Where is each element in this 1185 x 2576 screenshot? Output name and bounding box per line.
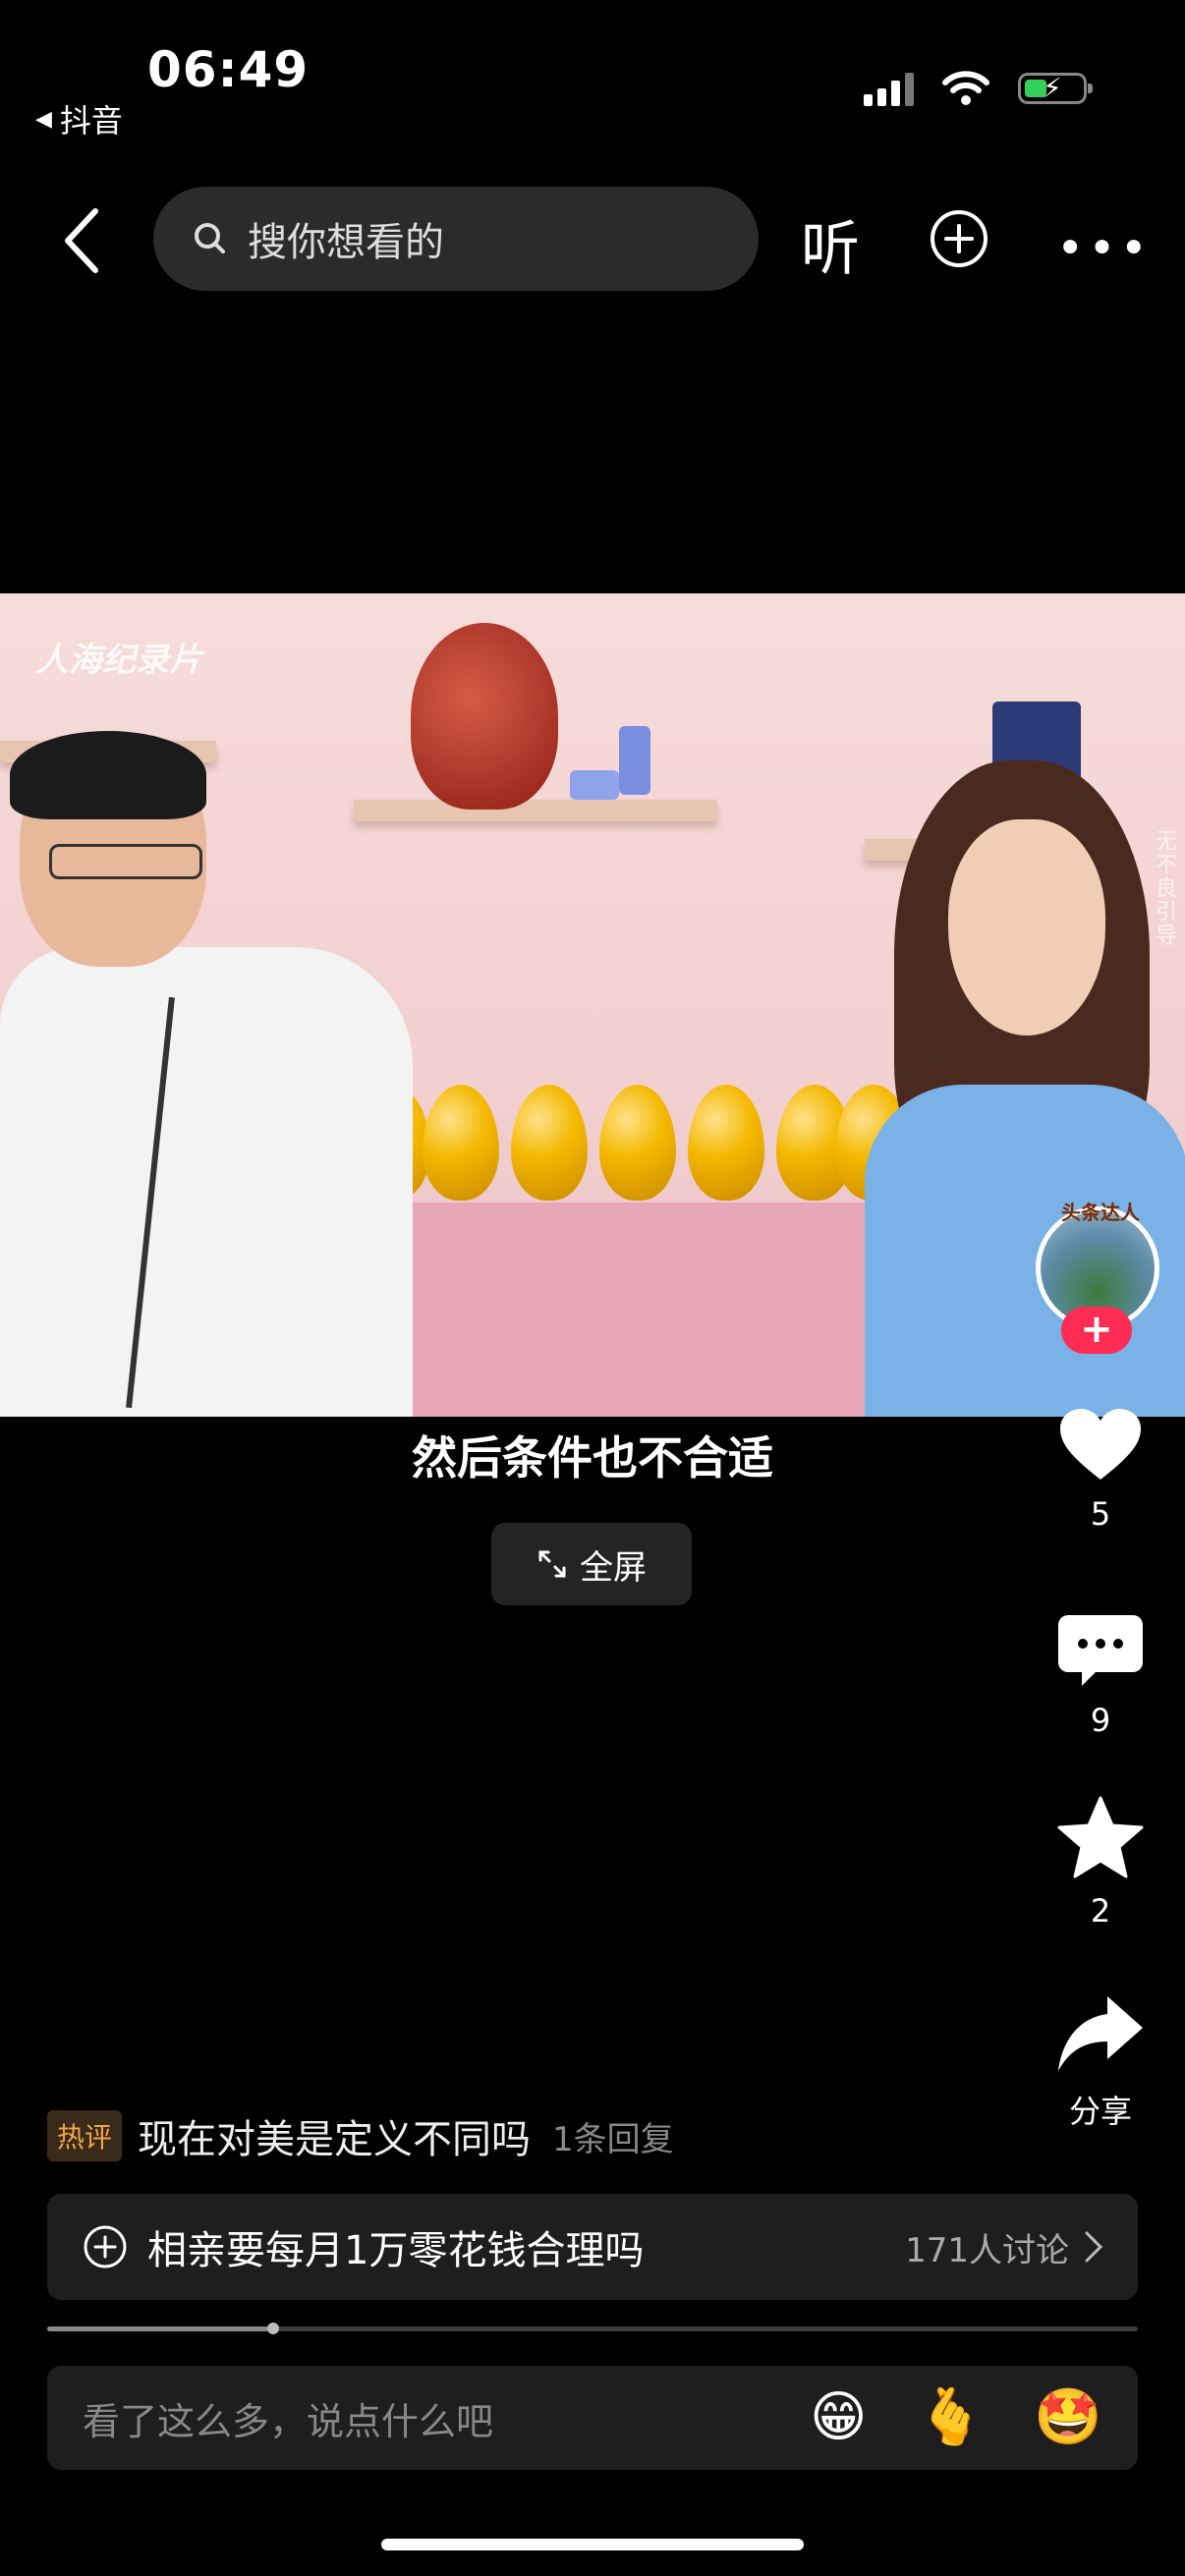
status-time: 06:49 xyxy=(147,41,310,98)
search-placeholder: 搜你想看的 xyxy=(248,220,444,265)
chevron-right-icon xyxy=(1085,2231,1103,2263)
hot-comment-text: 现在对美是定义不同吗 xyxy=(138,2117,532,2162)
channel-watermark: 人海纪录片 xyxy=(35,641,202,680)
home-indicator xyxy=(381,2539,804,2550)
triangle-left-icon: ◀ xyxy=(35,106,52,132)
favorite-button[interactable]: 2 xyxy=(1042,1796,1159,1930)
star-eyes-emoji-icon[interactable]: 🤩 xyxy=(1034,2390,1102,2445)
hot-comment-reply-count[interactable]: 1条回复 xyxy=(552,2112,674,2160)
listen-button[interactable]: 听 xyxy=(801,201,860,287)
search-icon xyxy=(195,223,225,253)
fullscreen-label: 全屏 xyxy=(580,1547,647,1588)
chevron-left-icon[interactable] xyxy=(54,201,113,280)
hot-comment-tag: 热评 xyxy=(47,2110,123,2161)
back-app-label: 抖音 xyxy=(59,102,123,140)
expand-icon xyxy=(538,1550,566,1578)
progress-fill xyxy=(47,2326,273,2331)
follow-button[interactable]: + xyxy=(1061,1307,1132,1354)
wifi-icon xyxy=(942,71,989,105)
finger-heart-emoji-icon[interactable]: 🫰 xyxy=(917,2390,986,2445)
grin-emoji-icon[interactable]: 😁 xyxy=(810,2390,867,2445)
fullscreen-button[interactable]: 全屏 xyxy=(491,1523,692,1605)
plus-circle-icon[interactable] xyxy=(929,208,989,269)
product-box xyxy=(570,770,619,800)
star-icon xyxy=(1057,1796,1144,1878)
like-count: 5 xyxy=(1090,1495,1111,1533)
favorite-count: 2 xyxy=(1090,1892,1111,1930)
status-icons: ⚡ xyxy=(864,69,1093,108)
video-subtitle: 然后条件也不合适 xyxy=(412,1431,773,1484)
video-player[interactable]: 人海纪录片 无不良引导 xyxy=(0,593,1185,1417)
back-to-app-link[interactable]: ◀ 抖音 xyxy=(35,96,123,141)
cabinet xyxy=(354,1203,904,1417)
comment-icon xyxy=(1058,1615,1143,1686)
battery-icon: ⚡ xyxy=(1018,72,1093,104)
comment-input[interactable]: 看了这么多，说点什么吧 😁 🫰 🤩 xyxy=(47,2366,1138,2470)
comment-button[interactable]: 9 xyxy=(1042,1611,1159,1739)
anatomy-model xyxy=(411,623,558,810)
topic-discussion-count: 171人讨论 xyxy=(905,2230,1069,2270)
search-bar[interactable]: 搜你想看的 xyxy=(153,187,759,291)
heart-icon xyxy=(1060,1409,1141,1480)
hot-comment[interactable]: 热评 现在对美是定义不同吗 1条回复 xyxy=(47,2107,674,2164)
author-avatar[interactable]: 头条达人 + xyxy=(1032,1197,1169,1354)
progress-handle[interactable] xyxy=(266,2323,279,2334)
person-left xyxy=(0,731,413,1417)
share-label: 分享 xyxy=(1068,2093,1132,2130)
topic-title: 相亲要每月1万零花钱合理吗 xyxy=(147,2228,645,2273)
like-button[interactable]: 5 xyxy=(1042,1405,1159,1533)
product-bottle xyxy=(619,726,650,795)
share-button[interactable]: 分享 xyxy=(1042,1992,1159,2132)
side-watermark: 无不良引导 xyxy=(1152,829,1176,947)
share-icon xyxy=(1058,1996,1143,2071)
plus-circle-icon xyxy=(84,2225,127,2268)
video-progress-bar[interactable] xyxy=(47,2323,1138,2334)
comment-count: 9 xyxy=(1090,1702,1111,1739)
cellular-signal-icon xyxy=(864,71,914,106)
avatar-badge: 头条达人 xyxy=(1061,1201,1140,1224)
comment-placeholder: 看了这么多，说点什么吧 xyxy=(83,2399,494,2443)
more-icon[interactable]: ••• xyxy=(1056,221,1152,276)
topic-banner[interactable]: 相亲要每月1万零花钱合理吗 171人讨论 xyxy=(47,2194,1138,2300)
